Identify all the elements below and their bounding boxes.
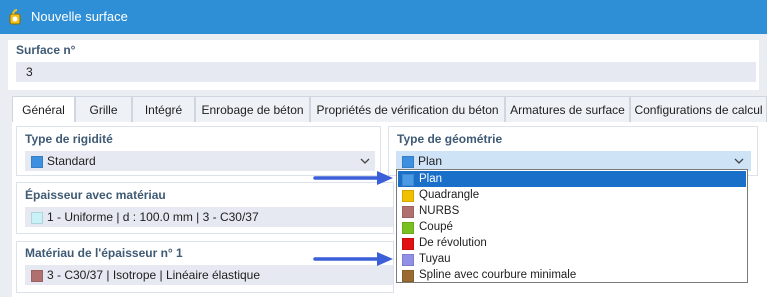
tab-proprietes-verification-beton[interactable]: Propriétés de vérification du béton [310,96,505,122]
geometry-type-select[interactable]: Plan [396,151,751,171]
annotation-arrow-tuyau-icon [313,252,393,266]
dropdown-option-nurbs[interactable]: NURBS [398,203,746,219]
material-select[interactable]: 3 - C30/37 | Isotrope | Linéaire élastiq… [25,265,393,285]
tab-armatures-surface[interactable]: Armatures de surface [505,96,630,122]
stiffness-type-select[interactable]: Standard [25,151,375,171]
geometry-type-dropdown-list: Plan Quadrangle NURBS Coupé De révolutio… [396,169,748,283]
app-icon [9,9,21,25]
thickness-select[interactable]: 1 - Uniforme | d : 100.0 mm | 3 - C30/37 [25,207,393,227]
tab-grille[interactable]: Grille [75,96,132,122]
surface-number-label: Surface n° [16,43,76,57]
material-color-swatch [31,270,43,282]
thickness-panel: Épaisseur avec matériau 1 - Uniforme | d… [16,182,394,234]
title-bar: Nouvelle surface [0,0,767,34]
tab-enrobage-beton[interactable]: Enrobage de béton [195,96,310,122]
surface-number-panel: Surface n° 3 [8,40,759,90]
thickness-label: Épaisseur avec matériau [25,188,166,202]
dropdown-option-spline-courbure-minimale[interactable]: Spline avec courbure minimale [398,267,746,283]
surface-number-field[interactable]: 3 [16,62,756,82]
window-title: Nouvelle surface [31,9,128,24]
chevron-down-icon [360,158,370,164]
dropdown-option-coupe[interactable]: Coupé [398,219,746,235]
tab-bar: Général Grille Intégré Enrobage de béton… [0,96,767,123]
stiffness-color-swatch [31,156,43,168]
tab-configurations-calcul[interactable]: Configurations de calcul [630,96,767,122]
tab-integre[interactable]: Intégré [132,96,195,122]
dropdown-option-de-revolution[interactable]: De révolution [398,235,746,251]
dropdown-option-tuyau[interactable]: Tuyau [398,251,746,267]
material-panel: Matériau de l'épaisseur n° 1 3 - C30/37 … [16,241,394,293]
stiffness-type-panel: Type de rigidité Standard [16,126,381,176]
chevron-down-icon [734,158,744,164]
geometry-color-swatch [402,156,414,168]
geometry-type-label: Type de géométrie [397,132,503,146]
dropdown-option-plan[interactable]: Plan [398,171,746,187]
annotation-arrow-plan-icon [313,171,393,185]
thickness-color-swatch [31,212,43,224]
dropdown-option-quadrangle[interactable]: Quadrangle [398,187,746,203]
tab-general[interactable]: Général [12,96,75,123]
stiffness-type-label: Type de rigidité [25,132,113,146]
material-label: Matériau de l'épaisseur n° 1 [25,246,183,260]
